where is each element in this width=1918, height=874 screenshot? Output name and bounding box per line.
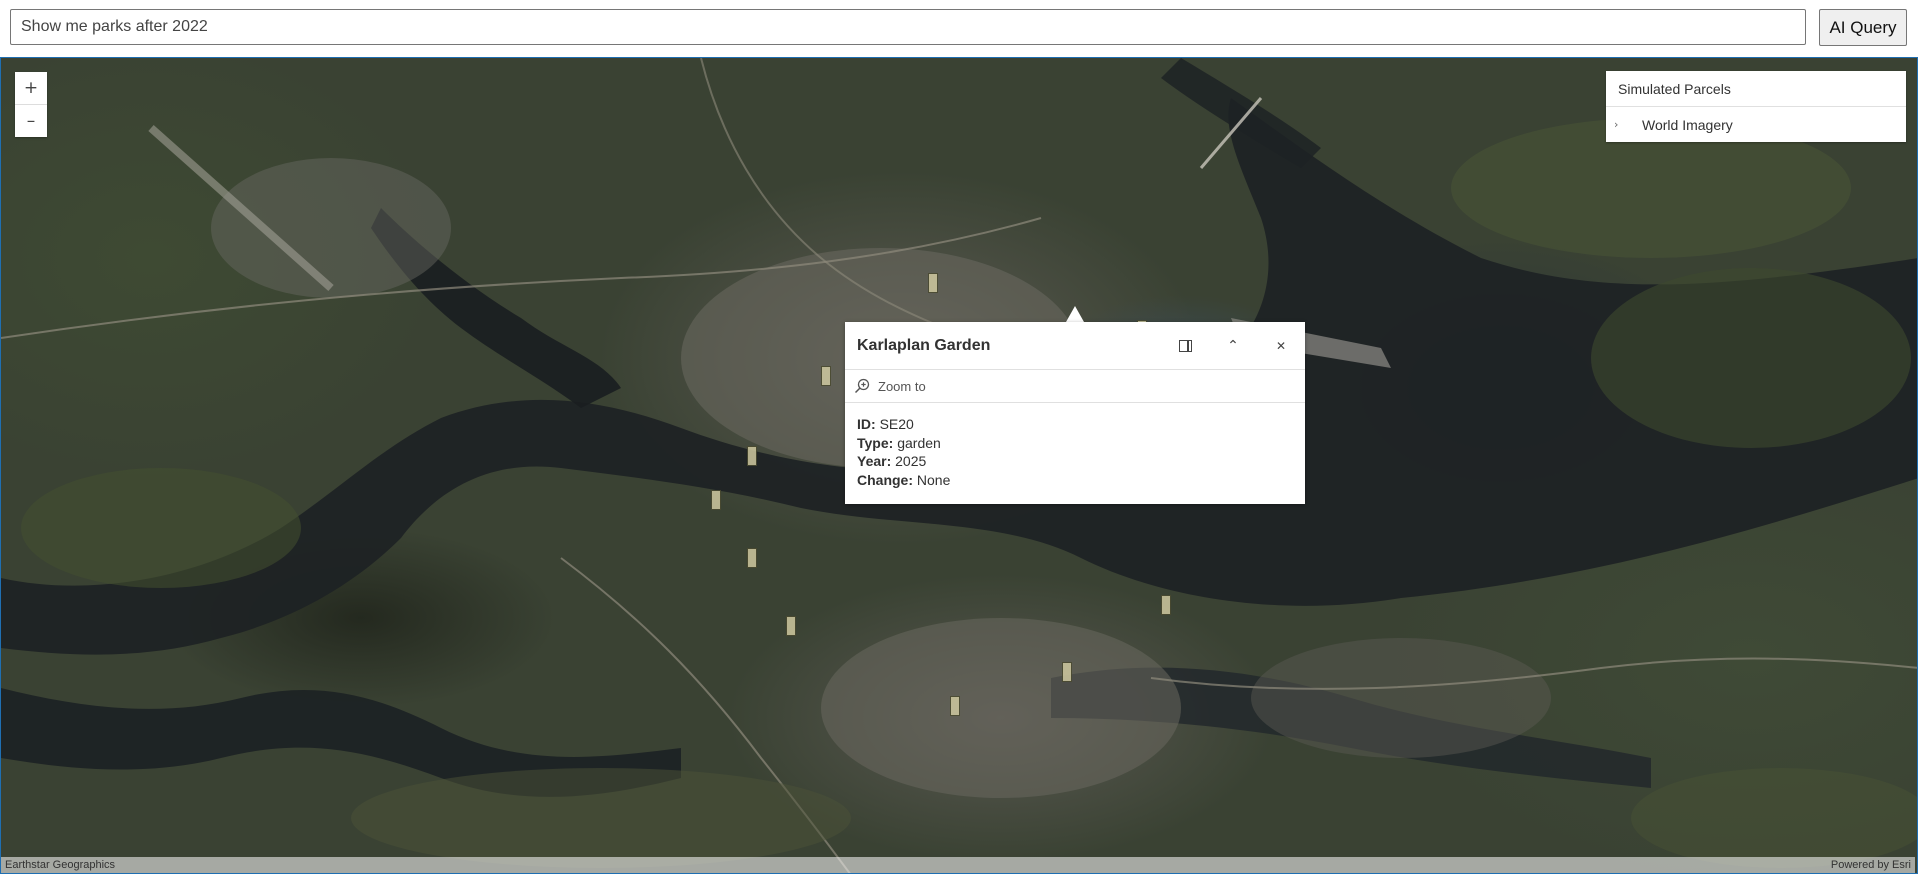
ai-query-button[interactable]: AI Query (1819, 9, 1907, 46)
zoom-out-button[interactable]: – (15, 104, 47, 137)
popup-title: Karlaplan Garden (857, 336, 991, 354)
parcel-marker[interactable] (928, 273, 938, 293)
query-bar: AI Query (0, 0, 1918, 56)
map-attribution: Earthstar Geographics Powered by Esri (1, 857, 1915, 873)
popup-header: Karlaplan Garden ⌃ ✕ (845, 322, 1305, 370)
field-change: Change: None (857, 471, 951, 488)
close-button[interactable]: ✕ (1257, 323, 1305, 369)
parcel-marker[interactable] (747, 446, 757, 466)
chevron-right-icon[interactable]: › (1614, 118, 1630, 131)
layer-list: Simulated Parcels › World Imagery (1606, 71, 1906, 142)
layer-item-world-imagery[interactable]: › World Imagery (1606, 106, 1906, 142)
collapse-button[interactable]: ⌃ (1209, 323, 1257, 369)
field-id: ID: SE20 (857, 416, 914, 432)
field-type: Type: garden (857, 434, 941, 451)
layer-label: Simulated Parcels (1618, 80, 1731, 97)
zoom-to-label: Zoom to (878, 378, 926, 394)
zoom-controls: + – (15, 72, 47, 137)
zoom-in-button[interactable]: + (15, 72, 47, 104)
parcel-marker[interactable] (1161, 595, 1171, 615)
feature-popup: Karlaplan Garden ⌃ ✕ Zoom to ID: SE20 Ty… (845, 322, 1305, 504)
powered-by-esri-link[interactable]: Powered by Esri (1831, 859, 1911, 871)
zoom-to-action[interactable]: Zoom to (845, 370, 1305, 403)
collapse-icon: ⌃ (1227, 337, 1239, 354)
parcel-marker[interactable] (821, 366, 831, 386)
attribution-source: Earthstar Geographics (5, 859, 116, 871)
layer-item-simulated-parcels[interactable]: Simulated Parcels (1606, 71, 1906, 106)
query-input[interactable] (10, 9, 1806, 45)
dock-button[interactable] (1161, 323, 1209, 369)
close-icon: ✕ (1275, 338, 1287, 353)
parcel-marker[interactable] (786, 616, 796, 636)
zoom-to-icon (854, 378, 870, 394)
popup-content: ID: SE20 Type: garden Year: 2025 Change:… (845, 403, 1305, 489)
parcel-marker[interactable] (747, 548, 757, 568)
dock-icon (1178, 339, 1192, 352)
parcel-marker[interactable] (1062, 662, 1072, 682)
parcel-marker[interactable] (950, 696, 960, 716)
popup-pointer (1066, 306, 1084, 322)
parcel-marker[interactable] (711, 490, 721, 510)
layer-label: World Imagery (1642, 116, 1733, 133)
field-year: Year: 2025 (857, 453, 927, 469)
